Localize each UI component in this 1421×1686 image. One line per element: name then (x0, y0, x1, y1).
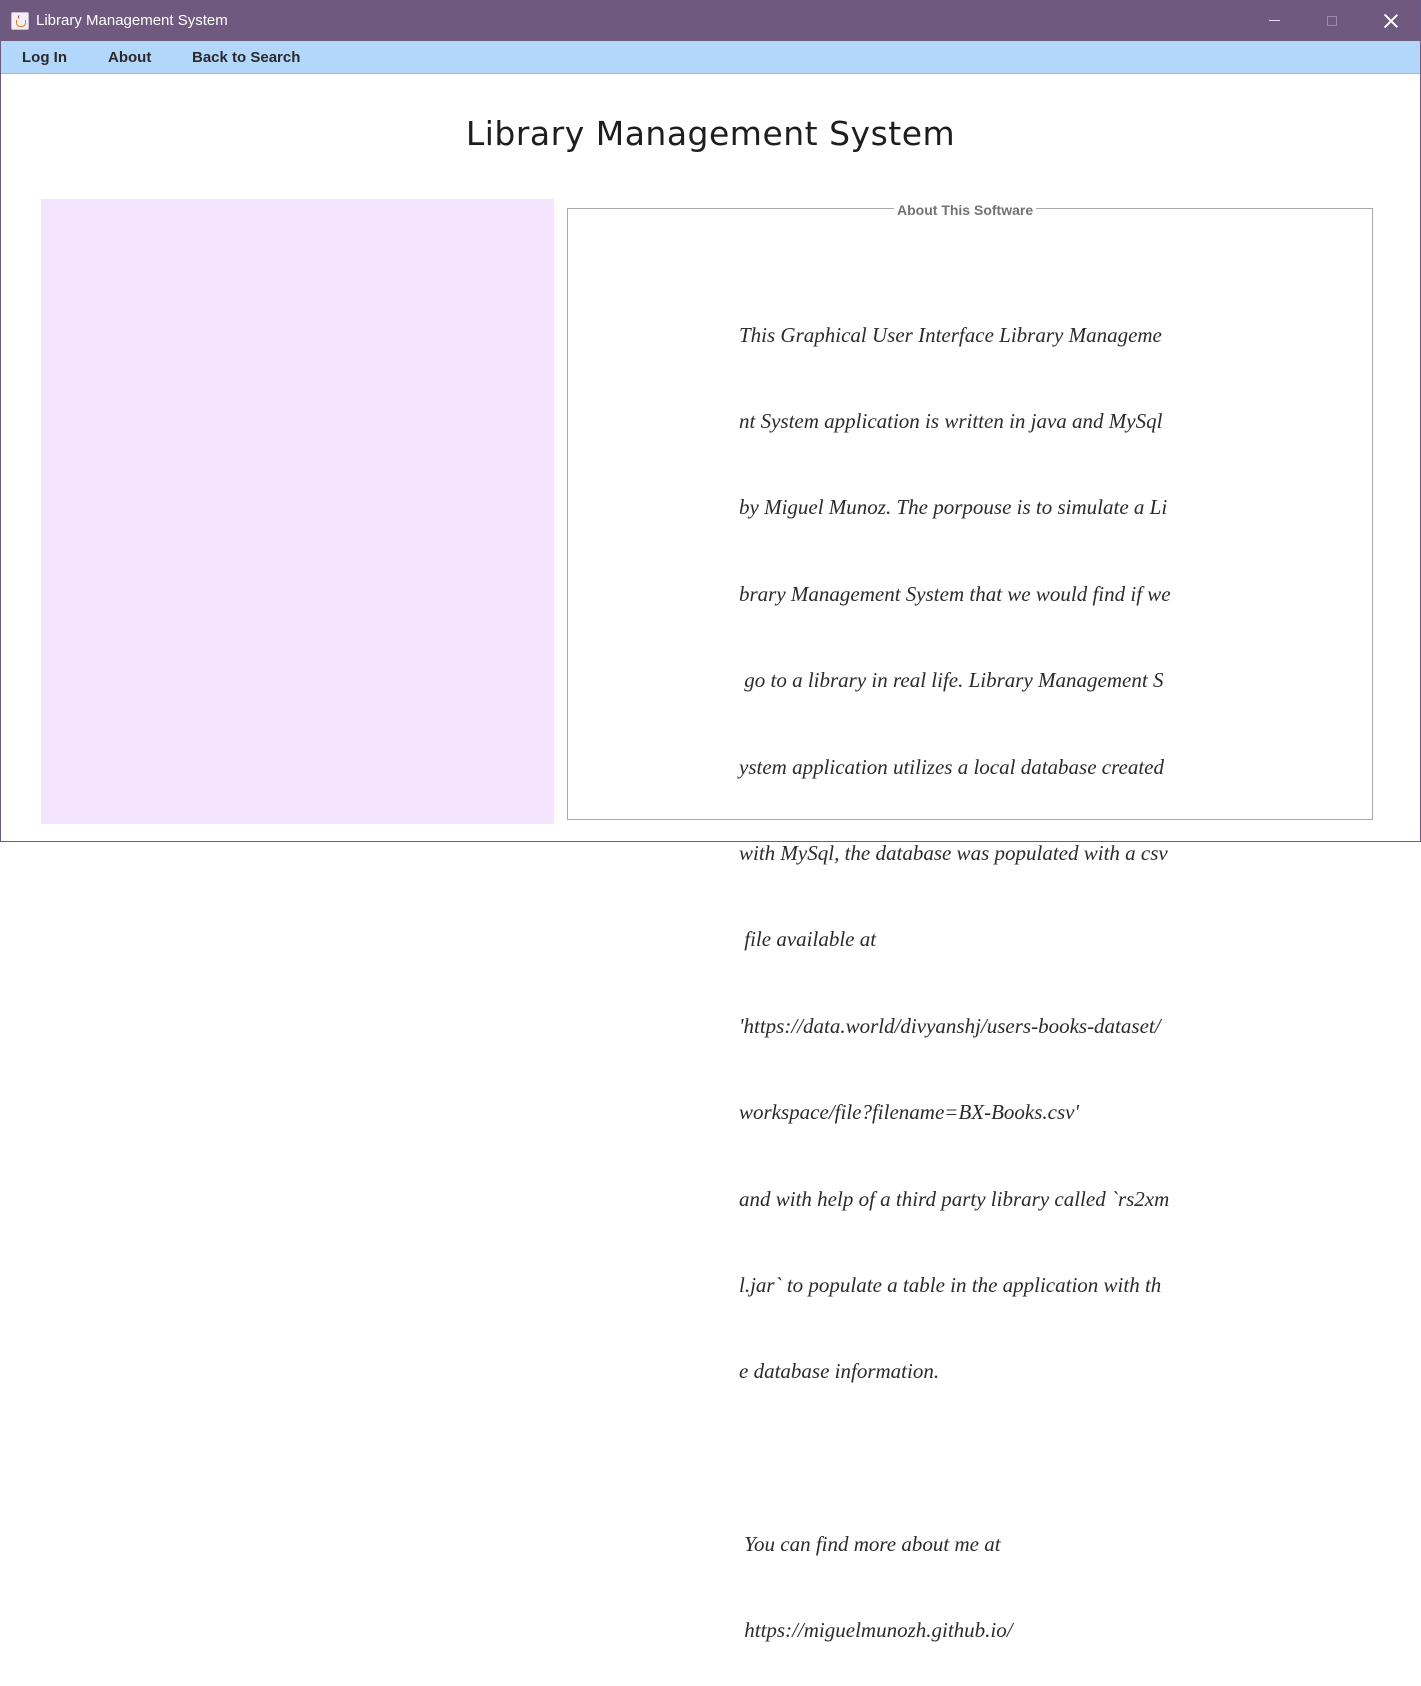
about-text-line: e database information. (739, 1359, 940, 1384)
menu-item-log-in[interactable]: Log In (22, 41, 67, 73)
java-cup-icon (11, 12, 29, 30)
window-title: Library Management System (36, 12, 228, 29)
close-icon (1384, 14, 1398, 28)
about-text: This Graphical User Interface Library Ma… (739, 263, 1184, 1686)
about-text-line: nt System application is written in java… (739, 408, 1163, 433)
page-title: Library Management System (465, 114, 956, 153)
about-text-line: with MySql, the database was populated w… (739, 840, 1168, 865)
maximize-button[interactable] (1303, 0, 1361, 41)
maximize-icon (1327, 15, 1337, 26)
minimize-icon (1268, 20, 1280, 21)
menu-bar: Log In About Back to Search (1, 41, 1420, 74)
about-text-line: https://miguelmunozh.github.io/ (739, 1618, 1013, 1643)
app-window: Library Management System Log In About B… (0, 0, 1421, 1642)
title-bar[interactable]: Library Management System (1, 0, 1420, 41)
about-text-line: workspace/file?filename=BX-Books.csv' (739, 1100, 1079, 1125)
about-text-line: This Graphical User Interface Library Ma… (739, 322, 1162, 347)
close-button[interactable] (1362, 0, 1420, 41)
about-text-line: file available at (739, 927, 877, 952)
about-text-line: l.jar` to populate a table in the applic… (739, 1272, 1162, 1297)
about-text-line: and with help of a third party library c… (739, 1186, 1170, 1211)
about-panel-title: About This Software (894, 202, 1037, 219)
minimize-button[interactable] (1245, 0, 1303, 41)
menu-item-back-to-search[interactable]: Back to Search (192, 41, 300, 73)
menu-item-about[interactable]: About (108, 41, 151, 73)
about-text-line: brary Management System that we would fi… (739, 581, 1171, 606)
about-text-line: 'https://data.world/divyanshj/users-book… (739, 1013, 1161, 1038)
about-text-line: ystem application utilizes a local datab… (739, 754, 1164, 779)
about-text-line: by Miguel Munoz. The porpouse is to simu… (739, 495, 1168, 520)
about-text-line: You can find more about me at (739, 1532, 1001, 1557)
image-panel (41, 199, 554, 824)
about-text-line: go to a library in real life. Library Ma… (739, 668, 1164, 693)
about-text-line (739, 1444, 1184, 1473)
